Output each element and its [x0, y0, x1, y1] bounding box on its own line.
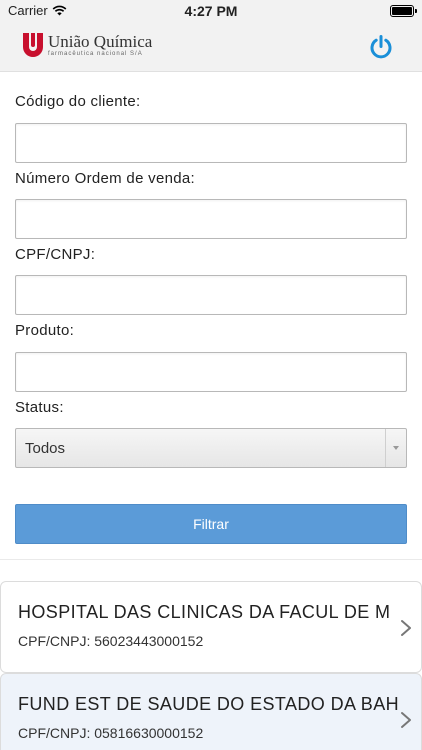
chevron-right-icon	[401, 620, 411, 636]
status-selected-value: Todos	[25, 440, 66, 457]
client-code-label: Código do cliente:	[15, 93, 141, 110]
brand-subtitle: farmacêutica nacional S/A	[48, 50, 143, 57]
client-code-input[interactable]	[15, 123, 407, 163]
brand-logo: União Química farmacêutica nacional S/A	[22, 32, 152, 58]
section-divider	[0, 559, 422, 560]
order-number-label: Número Ordem de venda:	[15, 170, 196, 187]
battery-icon	[390, 5, 417, 17]
brand-name: União Química	[48, 31, 153, 51]
status-select[interactable]: Todos	[15, 428, 407, 468]
order-number-input[interactable]	[15, 199, 407, 239]
filter-button[interactable]: Filtrar	[15, 504, 407, 544]
brand-mark-icon	[23, 33, 43, 57]
result-item-document: CPF/CNPJ: 56023443000152	[18, 633, 204, 649]
result-item-name: FUND EST DE SAUDE DO ESTADO DA BAHI	[18, 694, 398, 714]
chevron-down-icon	[385, 429, 406, 467]
result-item-document: CPF/CNPJ: 05816630000152	[18, 725, 204, 741]
result-item[interactable]: FUND EST DE SAUDE DO ESTADO DA BAHI CPF/…	[0, 673, 422, 750]
app-header: União Química farmacêutica nacional S/A	[0, 22, 422, 72]
result-item[interactable]: HOSPITAL DAS CLINICAS DA FACUL DE M CPF/…	[0, 581, 422, 673]
filter-button-label: Filtrar	[193, 516, 229, 532]
status-bar: Carrier 4:27 PM	[0, 0, 422, 22]
cpf-cnpj-label: CPF/CNPJ:	[15, 246, 96, 263]
clock: 4:27 PM	[184, 3, 238, 19]
power-icon[interactable]	[368, 34, 394, 60]
product-input[interactable]	[15, 352, 407, 392]
status-label: Status:	[15, 399, 64, 416]
chevron-right-icon	[401, 712, 411, 728]
product-label: Produto:	[15, 322, 75, 339]
cpf-cnpj-input[interactable]	[15, 275, 407, 315]
result-item-name: HOSPITAL DAS CLINICAS DA FACUL DE M	[18, 602, 391, 622]
